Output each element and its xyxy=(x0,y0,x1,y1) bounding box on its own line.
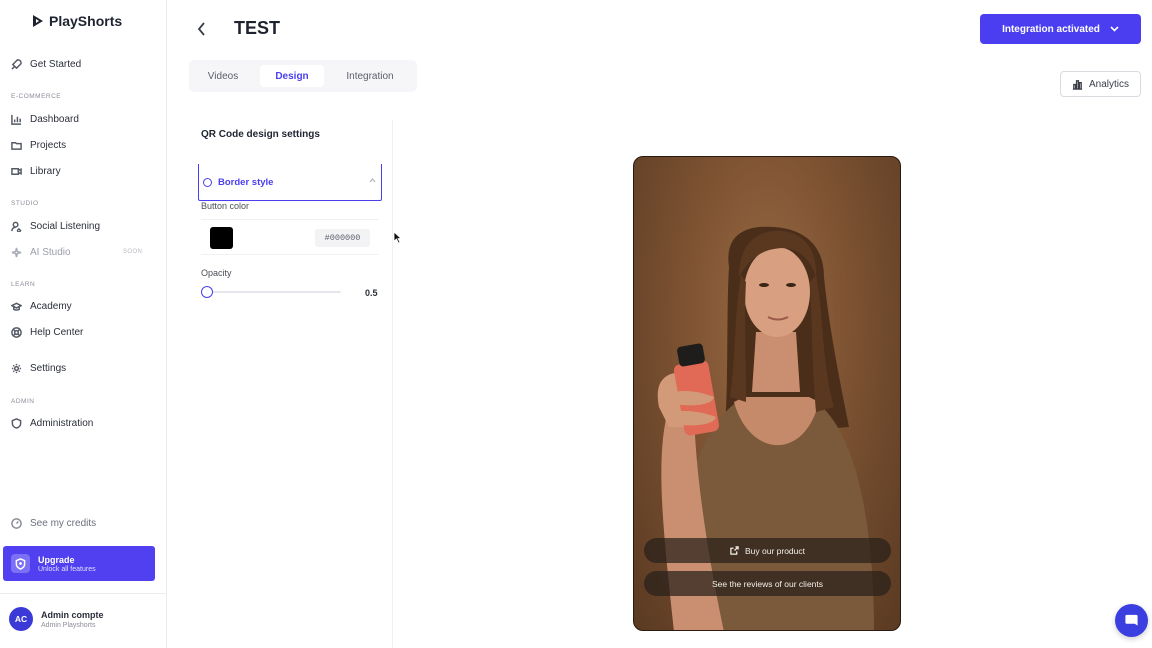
buy-product-cta[interactable]: Buy our product xyxy=(644,538,891,563)
chevron-left-icon xyxy=(197,22,205,36)
upgrade-subtitle: Unlock all features xyxy=(38,565,96,573)
user-search-icon xyxy=(11,221,22,232)
opacity-value: 0.5 xyxy=(365,288,378,298)
gauge-icon xyxy=(11,518,22,529)
sidebar-item-administration[interactable]: Administration xyxy=(11,415,93,431)
sidebar: PlayShorts Get Started E-COMMERCE Dashbo… xyxy=(0,0,167,648)
page-title: TEST xyxy=(234,18,281,38)
see-credits-link[interactable]: See my credits xyxy=(11,518,96,529)
circle-icon xyxy=(203,177,212,187)
sidebar-item-label: Social Listening xyxy=(30,220,101,232)
section-admin: ADMIN xyxy=(11,398,35,405)
shield-icon xyxy=(11,554,30,573)
upgrade-title: Upgrade xyxy=(38,554,75,565)
video-preview[interactable]: Buy our product See the reviews of our c… xyxy=(633,156,901,631)
sidebar-item-academy[interactable]: Academy xyxy=(11,298,72,314)
tab-bar: Videos Design Integration xyxy=(189,60,417,92)
soon-badge: SOON xyxy=(123,249,143,255)
section-learn: LEARN xyxy=(11,281,36,288)
tab-integration[interactable]: Integration xyxy=(335,65,405,87)
chevron-up-icon xyxy=(369,178,376,183)
opacity-slider-track[interactable] xyxy=(206,291,341,293)
app-name: PlayShorts xyxy=(49,13,123,29)
sidebar-item-label: Dashboard xyxy=(30,113,79,125)
sidebar-item-library[interactable]: Library xyxy=(11,163,61,179)
tab-design[interactable]: Design xyxy=(260,65,324,87)
support-chat-button[interactable] xyxy=(1115,604,1148,637)
sidebar-item-label: Administration xyxy=(30,417,94,429)
sidebar-item-dashboard[interactable]: Dashboard xyxy=(11,111,79,127)
playshorts-logo-icon xyxy=(33,15,43,27)
analytics-button[interactable]: Analytics xyxy=(1060,71,1141,97)
cta-secondary-label: See the reviews of our clients xyxy=(711,578,824,589)
sidebar-item-label: Get Started xyxy=(30,58,82,70)
color-hex-input[interactable]: #000000 xyxy=(315,229,370,247)
mouse-cursor-icon xyxy=(393,231,402,244)
sparkle-icon xyxy=(11,247,22,257)
app-logo[interactable]: PlayShorts xyxy=(32,13,122,29)
video-camera-icon xyxy=(11,167,22,175)
sidebar-item-projects[interactable]: Projects xyxy=(11,137,66,153)
sidebar-item-label: Settings xyxy=(30,362,67,374)
section-ecommerce: E-COMMERCE xyxy=(11,93,62,100)
external-link-icon xyxy=(730,546,739,555)
account-org: Admin Playshorts xyxy=(41,621,96,629)
lifebuoy-icon xyxy=(11,326,22,338)
sidebar-item-label: Academy xyxy=(30,300,72,312)
back-button[interactable] xyxy=(196,22,208,36)
section-studio: STUDIO xyxy=(11,200,39,207)
graduation-cap-icon xyxy=(11,301,22,311)
account-name: Admin compte xyxy=(41,609,104,620)
sidebar-item-help-center[interactable]: Help Center xyxy=(11,324,83,340)
bar-chart-icon xyxy=(1072,79,1083,90)
analytics-label: Analytics xyxy=(1088,78,1129,90)
account-menu[interactable]: AC Admin compte Admin Playshorts xyxy=(9,607,104,631)
shield-icon xyxy=(11,417,22,429)
cta-primary-label: Buy our product xyxy=(744,545,805,556)
border-style-accordion[interactable]: Border style xyxy=(198,164,382,201)
sidebar-item-get-started[interactable]: Get Started xyxy=(11,56,81,72)
rocket-icon xyxy=(11,58,22,70)
sidebar-item-label: Help Center xyxy=(30,326,84,338)
chevron-down-icon xyxy=(1110,26,1119,32)
color-swatch[interactable] xyxy=(210,227,233,249)
button-color-label: Button color xyxy=(201,201,250,211)
sidebar-item-settings[interactable]: Settings xyxy=(11,360,66,376)
credits-label: See my credits xyxy=(30,518,97,529)
reviews-cta[interactable]: See the reviews of our clients xyxy=(644,571,891,596)
sidebar-item-ai-studio[interactable]: AI Studio xyxy=(11,244,71,260)
accordion-label: Border style xyxy=(218,176,274,188)
bar-chart-icon xyxy=(11,114,22,125)
sidebar-item-label: Projects xyxy=(30,139,67,151)
sidebar-item-label: Library xyxy=(30,165,61,177)
opacity-label: Opacity xyxy=(201,268,232,278)
account-divider xyxy=(0,593,166,594)
upgrade-button[interactable]: Upgrade Unlock all features xyxy=(3,546,155,581)
folder-icon xyxy=(11,141,22,150)
sidebar-item-social-listening[interactable]: Social Listening xyxy=(11,218,100,234)
chat-bubble-icon xyxy=(1125,614,1138,626)
integration-status-button[interactable]: Integration activated xyxy=(980,14,1141,44)
panel-divider xyxy=(392,120,393,648)
avatar: AC xyxy=(9,607,33,631)
tab-videos[interactable]: Videos xyxy=(198,65,248,87)
opacity-slider-thumb[interactable] xyxy=(201,286,213,298)
integration-status-label: Integration activated xyxy=(1002,23,1100,35)
panel-title: QR Code design settings xyxy=(201,129,320,140)
gear-icon xyxy=(11,363,22,373)
button-color-field: #000000 xyxy=(201,219,379,255)
sidebar-item-label: AI Studio xyxy=(30,246,71,258)
